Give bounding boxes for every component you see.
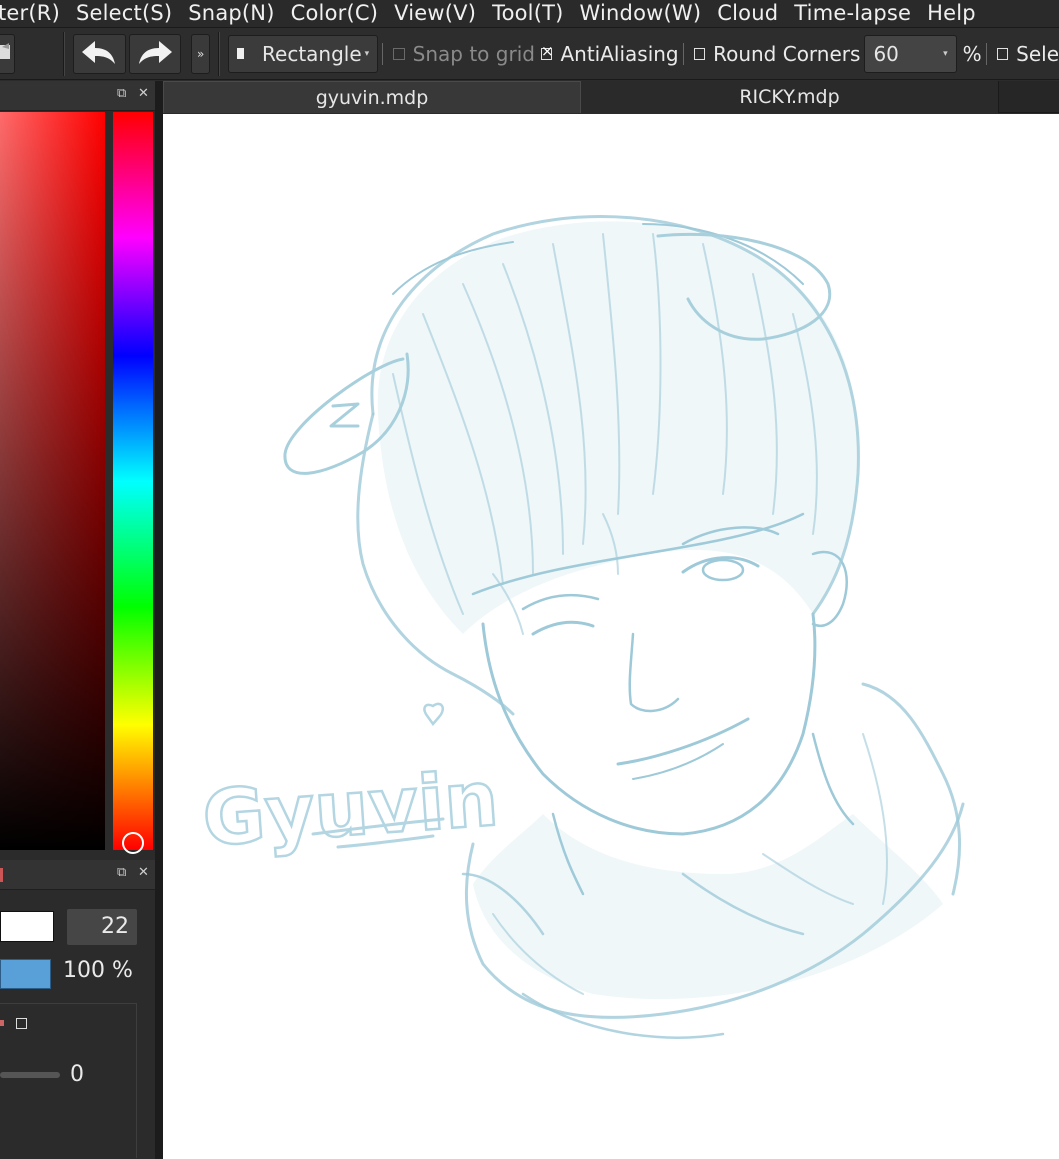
option-marker (0, 1020, 4, 1026)
menu-color[interactable]: Color(C) (283, 0, 386, 27)
shape-select[interactable]: Rectangle ▾ (228, 34, 379, 73)
opacity-value: 100 % (63, 958, 133, 983)
popout-icon[interactable]: ⧉ (117, 865, 126, 880)
toolbar-divider (382, 42, 384, 65)
drawing-canvas[interactable]: Gyuvin (163, 114, 1059, 1159)
chevron-down-icon: ▾ (364, 48, 370, 59)
round-corners-checkbox[interactable] (693, 47, 706, 60)
portrait-sketch: Gyuvin (199, 215, 965, 1039)
toolbar-separator (63, 31, 66, 76)
select-label: Sele (1016, 41, 1059, 66)
brush-option-slider[interactable] (0, 1072, 60, 1078)
hue-slider-handle[interactable] (122, 832, 144, 854)
percent-label: % (962, 41, 982, 66)
tab-gyuvin[interactable]: gyuvin.mdp (163, 81, 581, 113)
opacity-slider[interactable] (0, 959, 51, 989)
chevron-down-icon: ▾ (943, 48, 948, 59)
snap-to-grid-checkbox[interactable] (393, 47, 405, 60)
menu-filter[interactable]: ter(R) (0, 0, 68, 27)
toolbar-separator (218, 31, 221, 76)
menu-tool[interactable]: Tool(T) (484, 0, 571, 27)
brush-size-input[interactable]: 22 (67, 909, 137, 945)
saturation-value-picker[interactable] (0, 112, 105, 850)
shape-select-value: Rectangle (262, 41, 362, 66)
close-icon[interactable]: ✕ (138, 865, 149, 880)
pen-icon (0, 41, 14, 67)
popout-icon[interactable]: ⧉ (117, 86, 126, 101)
toolbar-divider (985, 42, 987, 65)
brush-option-checkbox[interactable] (16, 1018, 27, 1029)
antialiasing-label: AntiAliasing (560, 41, 679, 66)
rectangle-icon (237, 48, 245, 59)
antialiasing-checkbox[interactable] (540, 42, 553, 60)
menu-window[interactable]: Window(W) (572, 0, 710, 27)
close-icon[interactable]: ✕ (138, 86, 149, 101)
more-icon: » (197, 46, 205, 61)
document-tabs: gyuvin.mdp RICKY.mdp (163, 81, 1059, 113)
color-panel-header: ⧉ ✕ (0, 81, 155, 111)
toolbar: » Rectangle ▾ Snap to grid AntiAliasing … (0, 27, 1059, 80)
panel-accent (0, 868, 3, 882)
toolbar-divider (682, 42, 684, 65)
brush-option-value: 0 (70, 1062, 84, 1087)
menu-help[interactable]: Help (919, 0, 984, 27)
menu-snap[interactable]: Snap(N) (180, 0, 282, 27)
menu-timelapse[interactable]: Time-lapse (786, 0, 919, 27)
round-corners-input[interactable]: 60 ▾ (864, 34, 957, 73)
brush-panel-header: ⧉ ✕ (0, 860, 155, 890)
undo-button[interactable] (73, 33, 126, 74)
menu-cloud[interactable]: Cloud (709, 0, 786, 27)
round-corners-value: 60 (873, 41, 899, 66)
menu-bar: ter(R) Select(S) Snap(N) Color(C) View(V… (0, 0, 1059, 27)
brush-color-swatch[interactable] (0, 911, 54, 942)
hue-slider[interactable] (113, 112, 153, 850)
pen-tool-button[interactable] (0, 33, 16, 74)
panel-divider[interactable] (155, 81, 163, 1159)
more-tools-button[interactable]: » (191, 33, 211, 74)
redo-button[interactable] (128, 33, 182, 74)
menu-view[interactable]: View(V) (386, 0, 484, 27)
snap-to-grid-label: Snap to grid (412, 41, 535, 66)
redo-icon (135, 37, 175, 71)
menu-select[interactable]: Select(S) (68, 0, 180, 27)
tab-ricky[interactable]: RICKY.mdp (581, 81, 999, 113)
round-corners-label: Round Corners (713, 41, 861, 66)
select-checkbox[interactable] (996, 47, 1009, 60)
undo-icon (79, 37, 119, 71)
